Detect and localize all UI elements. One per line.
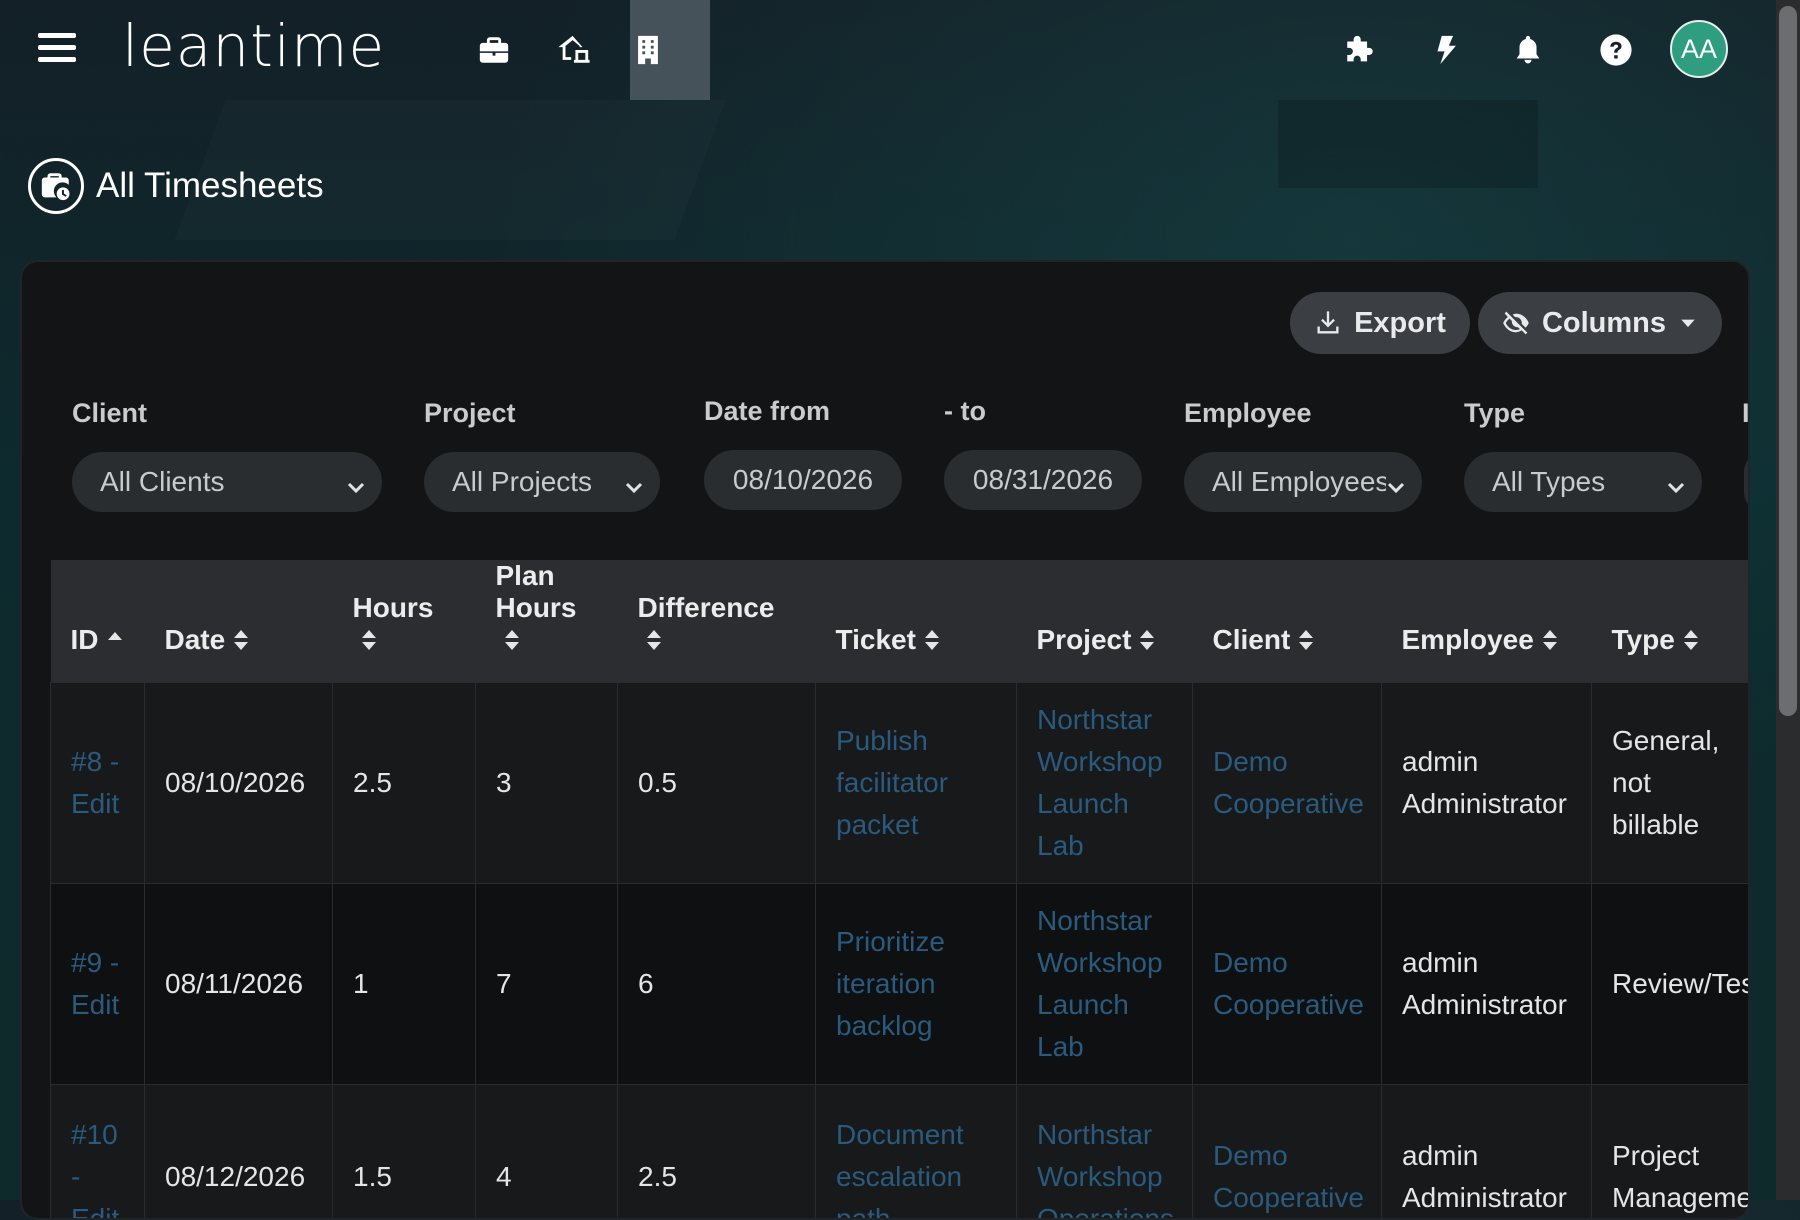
caret-down-icon — [1681, 319, 1695, 328]
timesheet-icon — [28, 158, 84, 214]
sort-icon — [233, 626, 249, 658]
employee-select[interactable]: All Employees — [1184, 452, 1422, 512]
client-select-value: All Clients — [100, 466, 225, 497]
cell-hours: 2.5 — [332, 681, 476, 884]
date-to-input[interactable]: 08/31/2026 — [944, 450, 1142, 510]
column-header-hours[interactable]: Hours — [332, 560, 476, 683]
next-filter-clipped[interactable] — [1744, 452, 1748, 512]
building-icon[interactable] — [620, 22, 676, 78]
client-filter-label: Client — [72, 398, 148, 428]
type-select-value: All Types — [1492, 466, 1606, 497]
timesheets-panel: Export Columns Client All Clients Projec… — [20, 260, 1750, 1220]
project-link[interactable]: Northstar Workshop Launch Lab — [1016, 681, 1193, 884]
chevron-down-icon — [346, 472, 366, 494]
row-edit-link[interactable]: #8 - Edit — [50, 681, 145, 884]
column-header-ticket[interactable]: Ticket — [815, 560, 1017, 683]
project-select-value: All Projects — [452, 466, 593, 497]
column-header-client[interactable]: Client — [1192, 560, 1382, 683]
project-select[interactable]: All Projects — [424, 452, 660, 512]
date-from-input[interactable]: 08/10/2026 — [704, 450, 902, 510]
bell-icon[interactable] — [1500, 22, 1556, 78]
export-label: Export — [1354, 306, 1446, 339]
columns-button[interactable]: Columns — [1478, 292, 1722, 354]
sort-icon — [1298, 626, 1314, 658]
help-icon[interactable] — [1588, 22, 1644, 78]
download-icon — [1317, 311, 1339, 334]
chevron-down-icon — [1666, 472, 1686, 494]
cell-difference: 0.5 — [617, 681, 816, 884]
type-filter-label: Type — [1464, 398, 1526, 428]
employee-select-value: All Employees — [1212, 466, 1386, 497]
client-link[interactable]: Demo Cooperative — [1192, 681, 1382, 884]
cell-date: 08/11/2026 — [144, 882, 333, 1085]
sort-icon — [504, 626, 520, 658]
cell-plan-hours: 7 — [475, 882, 618, 1085]
top-navigation-bar: leantime AA — [0, 0, 1774, 100]
cell-plan-hours: 3 — [475, 681, 618, 884]
user-avatar[interactable]: AA — [1670, 20, 1728, 78]
page-title: All Timesheets — [96, 166, 324, 205]
columns-label: Columns — [1541, 306, 1667, 339]
cell-employee: admin Administrator — [1381, 882, 1592, 1085]
cell-type: Review/Testing — [1591, 882, 1748, 1085]
next-filter-label-clipped: I — [1742, 398, 1750, 428]
sort-icon — [1683, 626, 1699, 658]
sort-icon — [1542, 626, 1558, 658]
date-to-label: - to — [944, 396, 986, 426]
scrollbar-thumb[interactable] — [1779, 6, 1797, 716]
timesheets-table: ID Date Hours Plan Hours Difference Ticke… — [50, 560, 1748, 1218]
column-header-employee[interactable]: Employee — [1381, 560, 1592, 683]
table-row: #9 - Edit 08/11/2026 1 7 6 Prioritize it… — [50, 882, 1748, 1085]
cell-date: 08/10/2026 — [144, 681, 333, 884]
ticket-link[interactable]: Publish facilitator packet — [815, 681, 1017, 884]
app-logo[interactable]: leantime — [122, 12, 385, 80]
chevron-down-icon — [624, 472, 644, 494]
client-link[interactable]: Demo Cooperative — [1192, 882, 1382, 1085]
ticket-link[interactable]: Prioritize iteration backlog — [815, 882, 1017, 1085]
sort-icon — [646, 626, 662, 658]
home-laptop-icon[interactable] — [546, 22, 602, 78]
employee-filter-label: Employee — [1184, 398, 1312, 428]
column-header-plan-hours[interactable]: Plan Hours — [475, 560, 618, 683]
briefcase-icon[interactable] — [466, 22, 522, 78]
menu-toggle-icon[interactable] — [38, 33, 76, 65]
eye-slash-icon — [1503, 311, 1529, 335]
background-shape — [1278, 100, 1538, 188]
sort-asc-icon — [107, 626, 123, 658]
cell-employee: admin Administrator — [1381, 681, 1592, 884]
table-row: #8 - Edit 08/10/2026 2.5 3 0.5 Publish f… — [50, 681, 1748, 884]
sort-icon — [1139, 626, 1155, 658]
chevron-down-icon — [1386, 472, 1406, 494]
sort-icon — [361, 626, 377, 658]
page-scrollbar[interactable] — [1776, 0, 1800, 1200]
sort-icon — [924, 626, 940, 658]
date-from-label: Date from — [704, 396, 831, 426]
timesheets-table-container: ID Date Hours Plan Hours Difference Ticke… — [50, 560, 1748, 1218]
lightning-icon[interactable] — [1418, 22, 1474, 78]
page-header: All Timesheets — [28, 158, 324, 214]
cell-difference: 6 — [617, 882, 816, 1085]
cell-hours: 1 — [332, 882, 476, 1085]
column-header-type[interactable]: Type — [1591, 560, 1748, 683]
project-filter-label: Project — [424, 398, 516, 428]
cell-type: General, not billable — [1591, 681, 1748, 884]
table-header-row: ID Date Hours Plan Hours Difference Ticke… — [50, 560, 1748, 683]
export-button[interactable]: Export — [1290, 292, 1470, 354]
project-link[interactable]: Northstar Workshop Launch Lab — [1016, 882, 1193, 1085]
type-select[interactable]: All Types — [1464, 452, 1702, 512]
column-header-project[interactable]: Project — [1016, 560, 1193, 683]
client-select[interactable]: All Clients — [72, 452, 382, 512]
column-header-difference[interactable]: Difference — [617, 560, 816, 683]
puzzle-icon[interactable] — [1332, 22, 1388, 78]
column-header-date[interactable]: Date — [144, 560, 333, 683]
column-header-id[interactable]: ID — [50, 560, 145, 683]
row-edit-link[interactable]: #9 - Edit — [50, 882, 145, 1085]
